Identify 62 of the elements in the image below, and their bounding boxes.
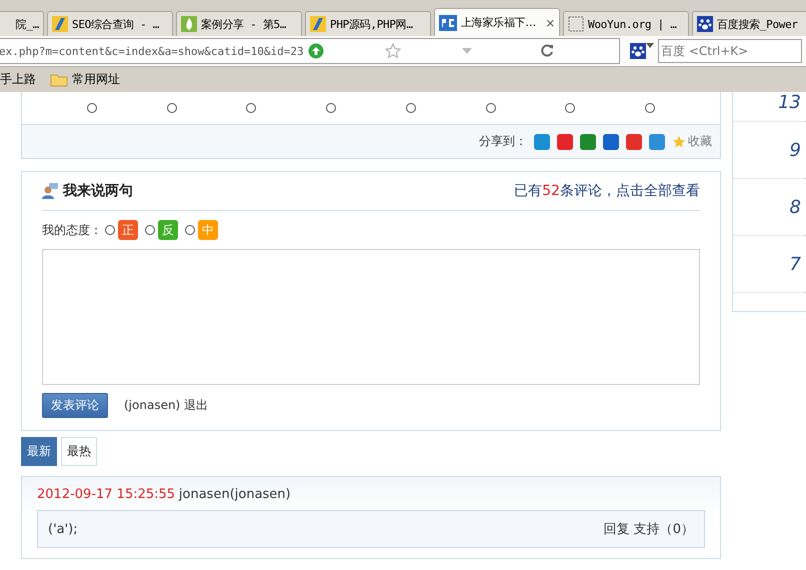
tab-favicon-icon <box>52 16 68 32</box>
share-label: 分享到： <box>479 133 527 150</box>
section-title: 我来说两句 <box>63 182 133 200</box>
close-tab-icon[interactable]: × <box>545 16 555 30</box>
share-service-icon[interactable] <box>534 134 550 150</box>
sort-tab[interactable]: 最热 <box>61 437 97 466</box>
tab-favicon-icon <box>439 14 457 30</box>
attitude-radio[interactable] <box>105 225 115 235</box>
browser-tab[interactable]: 百度搜索_Power <box>692 11 806 36</box>
browser-tab[interactable]: WooYun.org | … <box>563 11 689 36</box>
comment-input[interactable] <box>42 249 700 385</box>
browser-tab[interactable]: 案例分享 - 第5… <box>176 11 302 36</box>
mood-radio[interactable] <box>645 103 656 113</box>
reply-link[interactable]: 回复 <box>604 520 630 538</box>
share-service-icon[interactable] <box>557 134 573 150</box>
count-number: 8 <box>790 196 801 218</box>
attitude-tag: 中 <box>198 220 218 240</box>
tab-favicon-icon <box>697 16 713 32</box>
sort-tab[interactable]: 最新 <box>21 437 57 466</box>
submit-comment-button[interactable]: 发表评论 <box>42 393 108 418</box>
favorite-link[interactable]: 收藏 <box>672 133 712 150</box>
attitude-radio[interactable] <box>185 225 195 235</box>
bookmark-link[interactable]: 手上路 <box>0 71 36 88</box>
count-number: 7 <box>790 254 801 274</box>
count-number: 9 <box>790 140 801 160</box>
search-field[interactable]: 百度 <Ctrl+K> <box>658 39 802 63</box>
mood-radio[interactable] <box>86 103 97 113</box>
folder-icon <box>50 72 68 87</box>
mood-radio[interactable] <box>326 103 336 113</box>
browser-tab[interactable]: PHP源码,PHP网… <box>305 11 431 36</box>
attitude-label: 我的态度： <box>42 222 102 238</box>
share-service-icon[interactable] <box>649 134 665 150</box>
comment-author: jonasen(jonasen) <box>178 487 291 502</box>
share-service-icon[interactable] <box>626 134 642 150</box>
logout-link[interactable]: 退出 <box>184 398 208 412</box>
attitude-tag: 反 <box>158 220 178 240</box>
mood-radio[interactable] <box>166 103 177 113</box>
star-icon <box>672 134 686 148</box>
comment-time: 2012-09-17 15:25:55 <box>37 487 176 502</box>
attitude-tag: 正 <box>118 220 138 240</box>
comment-count-link[interactable]: 已有52条评论，点击全部查看 <box>514 182 700 200</box>
tab-favicon-icon <box>310 16 326 32</box>
address-text: ex.php?m=content&c=index&a=show&catid=10&id=23 <box>0 44 304 58</box>
user-speech-icon <box>42 183 58 199</box>
attitude-radio[interactable] <box>145 225 155 235</box>
mood-radio[interactable] <box>406 103 416 113</box>
tab-favicon-icon <box>181 16 197 32</box>
browser-tab[interactable]: SEO综合查询 - … <box>47 11 173 36</box>
tab-favicon-icon <box>568 16 584 32</box>
mood-radio[interactable] <box>246 103 256 113</box>
search-engine-icon[interactable] <box>630 43 654 59</box>
browser-tab[interactable]: 上海家乐福下… × <box>434 8 560 36</box>
mood-radio[interactable] <box>486 103 496 113</box>
comment-text: ('a'); <box>48 522 78 536</box>
share-service-icon[interactable] <box>580 134 596 150</box>
share-service-icon[interactable] <box>603 134 619 150</box>
support-link[interactable]: 支持（0） <box>634 520 694 538</box>
mood-radio[interactable] <box>565 103 576 113</box>
browser-tab[interactable]: 院_… <box>0 11 44 36</box>
username-text: (jonasen) <box>124 398 180 412</box>
count-number: 13 <box>778 92 801 113</box>
bookmark-link[interactable]: 常用网址 <box>72 71 120 88</box>
